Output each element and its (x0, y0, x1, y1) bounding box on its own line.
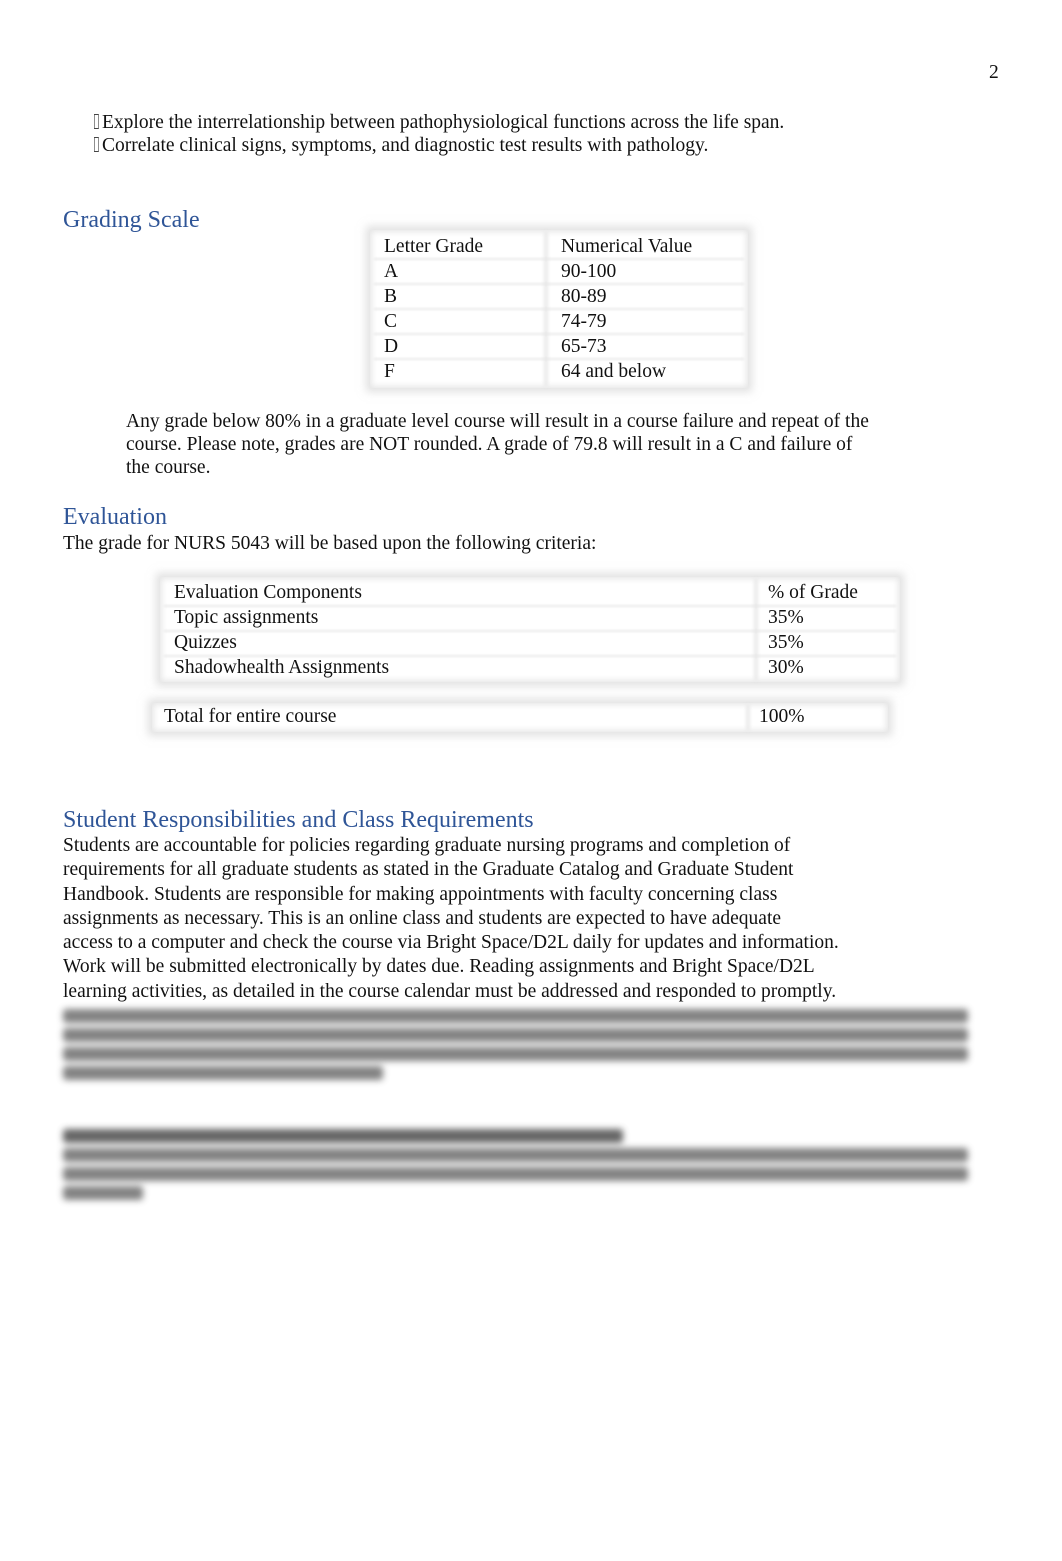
responsibilities-line: Handbook. Students are responsible for m… (63, 883, 778, 905)
evaluation-total-row: Total for entire course 100% (152, 703, 888, 732)
grade-range: 64 and below (561, 361, 667, 382)
evaluation-table: Evaluation Components % of Grade Topic a… (160, 577, 900, 682)
grading-header-value: Numerical Value (561, 236, 693, 257)
page-number: 2 (989, 62, 999, 83)
grading-note-line: course. Please note, grades are NOT roun… (126, 434, 853, 455)
evaluation-header-percent: % of Grade (768, 582, 858, 603)
objective-item: Explore the interrelationship between pa… (94, 111, 784, 134)
grading-note-line: the course. (126, 457, 211, 478)
obscured-content-block (63, 1124, 973, 1205)
evaluation-total-label: Total for entire course (164, 706, 337, 727)
responsibilities-heading: Student Responsibilities and Class Requi… (63, 807, 534, 833)
missing-glyph-icon (94, 114, 99, 129)
grading-note: Any grade below 80% in a graduate level … (126, 410, 869, 479)
grade-range: 65-73 (561, 336, 607, 357)
evaluation-intro: The grade for NURS 5043 will be based up… (63, 533, 597, 554)
objective-text: Correlate clinical signs, symptoms, and … (102, 135, 709, 156)
grade-range: 90-100 (561, 261, 617, 282)
grade-letter: C (384, 311, 398, 332)
responsibilities-line: learning activities, as detailed in the … (63, 980, 837, 1002)
evaluation-header-component: Evaluation Components (174, 582, 362, 603)
evaluation-percent: 35% (768, 632, 804, 653)
grade-letter: A (384, 261, 399, 282)
grading-scale-table: Letter Grade Numerical Value A 90-100 B … (370, 230, 748, 388)
responsibilities-line: Students are accountable for policies re… (63, 835, 791, 856)
evaluation-component: Topic assignments (174, 607, 319, 628)
grade-range: 74-79 (561, 311, 607, 332)
grading-header-letter: Letter Grade (384, 236, 484, 257)
evaluation-component: Shadowhealth Assignments (174, 657, 390, 678)
responsibilities-paragraph: Students are accountable for policies re… (63, 834, 839, 1004)
grading-note-line: Any grade below 80% in a graduate level … (126, 411, 869, 432)
grade-letter: D (384, 336, 399, 357)
evaluation-percent: 35% (768, 607, 804, 628)
responsibilities-line: access to a computer and check the cours… (63, 932, 839, 954)
responsibilities-line: assignments as necessary. This is an onl… (63, 907, 782, 929)
grade-range: 80-89 (561, 286, 607, 307)
evaluation-percent: 30% (768, 657, 804, 678)
evaluation-total-value: 100% (759, 706, 805, 727)
grading-scale-heading: Grading Scale (63, 207, 200, 233)
missing-glyph-icon (94, 137, 99, 152)
grade-letter: F (384, 361, 395, 382)
evaluation-component: Quizzes (174, 632, 237, 653)
obscured-content-block (63, 1004, 973, 1085)
objective-text: Explore the interrelationship between pa… (102, 112, 785, 133)
grade-letter: B (384, 286, 398, 307)
responsibilities-line: requirements for all graduate students a… (63, 859, 794, 881)
evaluation-heading: Evaluation (63, 504, 167, 530)
objective-item: Correlate clinical signs, symptoms, and … (94, 134, 708, 157)
responsibilities-line: Work will be submitted electronically by… (63, 956, 815, 978)
